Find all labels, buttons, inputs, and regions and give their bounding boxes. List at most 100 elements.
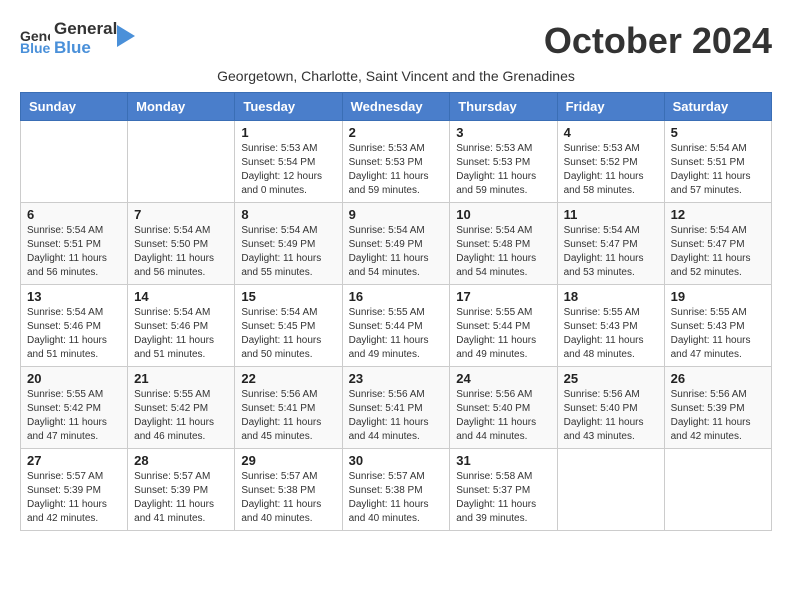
day-number: 17 [456,289,550,304]
calendar-cell: 17 Sunrise: 5:55 AM Sunset: 5:44 PM Dayli… [450,285,557,367]
calendar-cell [557,449,664,531]
calendar-cell: 1 Sunrise: 5:53 AM Sunset: 5:54 PM Daylig… [235,121,342,203]
calendar-cell: 31Sunrise: 5:58 AM Sunset: 5:37 PM Dayli… [450,449,557,531]
day-info: Sunrise: 5:56 AM Sunset: 5:41 PM Dayligh… [241,388,335,444]
day-info: Sunrise: 5:55 AM Sunset: 5:44 PM Dayligh… [349,306,444,362]
calendar-cell: 22 Sunrise: 5:56 AM Sunset: 5:41 PM Dayli… [235,367,342,449]
day-number: 21 [134,371,228,386]
day-number: 7 [134,207,228,222]
day-number: 26 [671,371,765,386]
day-info: Sunrise: 5:54 AM Sunset: 5:49 PM Dayligh… [349,224,444,280]
weekday-header-tuesday: Tuesday [235,93,342,121]
day-info: Sunrise: 5:55 AM Sunset: 5:44 PM Dayligh… [456,306,550,362]
day-number: 13 [27,289,121,304]
calendar-cell [21,121,128,203]
calendar-cell: 3 Sunrise: 5:53 AM Sunset: 5:53 PM Daylig… [450,121,557,203]
calendar-cell: 25 Sunrise: 5:56 AM Sunset: 5:40 PM Dayli… [557,367,664,449]
day-info: Sunrise: 5:54 AM Sunset: 5:46 PM Dayligh… [134,306,228,362]
day-info: Sunrise: 5:55 AM Sunset: 5:43 PM Dayligh… [564,306,658,362]
day-number: 10 [456,207,550,222]
day-number: 2 [349,125,444,140]
logo: General Blue General Blue [20,20,135,57]
day-info: Sunrise: 5:53 AM Sunset: 5:53 PM Dayligh… [456,142,550,198]
day-number: 22 [241,371,335,386]
day-number: 23 [349,371,444,386]
day-info: Sunrise: 5:54 AM Sunset: 5:51 PM Dayligh… [27,224,121,280]
calendar-cell: 10Sunrise: 5:54 AM Sunset: 5:48 PM Dayli… [450,203,557,285]
day-info: Sunrise: 5:56 AM Sunset: 5:41 PM Dayligh… [349,388,444,444]
logo-blue: Blue [54,39,117,58]
header: General Blue General Blue October 2024 [20,20,772,62]
calendar-cell: 4 Sunrise: 5:53 AM Sunset: 5:52 PM Daylig… [557,121,664,203]
day-info: Sunrise: 5:54 AM Sunset: 5:51 PM Dayligh… [671,142,765,198]
day-info: Sunrise: 5:57 AM Sunset: 5:39 PM Dayligh… [134,470,228,526]
calendar-cell: 12 Sunrise: 5:54 AM Sunset: 5:47 PM Dayli… [664,203,771,285]
calendar-cell: 7 Sunrise: 5:54 AM Sunset: 5:50 PM Daylig… [128,203,235,285]
calendar-cell: 9 Sunrise: 5:54 AM Sunset: 5:49 PM Daylig… [342,203,450,285]
day-number: 6 [27,207,121,222]
day-number: 19 [671,289,765,304]
calendar-cell: 16 Sunrise: 5:55 AM Sunset: 5:44 PM Dayli… [342,285,450,367]
day-info: Sunrise: 5:54 AM Sunset: 5:49 PM Dayligh… [241,224,335,280]
calendar-table: SundayMondayTuesdayWednesdayThursdayFrid… [20,92,772,531]
day-info: Sunrise: 5:53 AM Sunset: 5:53 PM Dayligh… [349,142,444,198]
calendar-cell: 20 Sunrise: 5:55 AM Sunset: 5:42 PM Dayli… [21,367,128,449]
calendar-cell: 13 Sunrise: 5:54 AM Sunset: 5:46 PM Dayli… [21,285,128,367]
day-number: 29 [241,453,335,468]
day-number: 1 [241,125,335,140]
logo-icon: General Blue [20,25,50,53]
day-number: 16 [349,289,444,304]
calendar-cell: 5 Sunrise: 5:54 AM Sunset: 5:51 PM Daylig… [664,121,771,203]
day-number: 9 [349,207,444,222]
day-info: Sunrise: 5:54 AM Sunset: 5:45 PM Dayligh… [241,306,335,362]
day-number: 30 [349,453,444,468]
calendar-cell [128,121,235,203]
logo-arrow-icon [117,25,135,47]
month-title: October 2024 [544,20,772,62]
day-number: 31 [456,453,550,468]
calendar-cell: 2 Sunrise: 5:53 AM Sunset: 5:53 PM Daylig… [342,121,450,203]
day-info: Sunrise: 5:54 AM Sunset: 5:50 PM Dayligh… [134,224,228,280]
weekday-header-monday: Monday [128,93,235,121]
day-info: Sunrise: 5:53 AM Sunset: 5:54 PM Dayligh… [241,142,335,198]
calendar-cell: 18 Sunrise: 5:55 AM Sunset: 5:43 PM Dayli… [557,285,664,367]
day-info: Sunrise: 5:56 AM Sunset: 5:40 PM Dayligh… [564,388,658,444]
calendar-cell: 14 Sunrise: 5:54 AM Sunset: 5:46 PM Dayli… [128,285,235,367]
calendar-cell: 21 Sunrise: 5:55 AM Sunset: 5:42 PM Dayli… [128,367,235,449]
day-number: 27 [27,453,121,468]
day-number: 25 [564,371,658,386]
calendar-cell [664,449,771,531]
weekday-header-thursday: Thursday [450,93,557,121]
day-number: 3 [456,125,550,140]
day-number: 4 [564,125,658,140]
day-number: 14 [134,289,228,304]
weekday-header-saturday: Saturday [664,93,771,121]
day-info: Sunrise: 5:57 AM Sunset: 5:39 PM Dayligh… [27,470,121,526]
calendar-cell: 15 Sunrise: 5:54 AM Sunset: 5:45 PM Dayli… [235,285,342,367]
day-info: Sunrise: 5:54 AM Sunset: 5:47 PM Dayligh… [564,224,658,280]
day-info: Sunrise: 5:55 AM Sunset: 5:42 PM Dayligh… [134,388,228,444]
day-info: Sunrise: 5:55 AM Sunset: 5:42 PM Dayligh… [27,388,121,444]
day-info: Sunrise: 5:57 AM Sunset: 5:38 PM Dayligh… [349,470,444,526]
day-number: 28 [134,453,228,468]
day-info: Sunrise: 5:53 AM Sunset: 5:52 PM Dayligh… [564,142,658,198]
day-number: 11 [564,207,658,222]
day-number: 24 [456,371,550,386]
subtitle: Georgetown, Charlotte, Saint Vincent and… [20,68,772,84]
day-number: 15 [241,289,335,304]
calendar-cell: 8 Sunrise: 5:54 AM Sunset: 5:49 PM Daylig… [235,203,342,285]
day-number: 18 [564,289,658,304]
day-info: Sunrise: 5:55 AM Sunset: 5:43 PM Dayligh… [671,306,765,362]
day-number: 5 [671,125,765,140]
calendar-cell: 24Sunrise: 5:56 AM Sunset: 5:40 PM Dayli… [450,367,557,449]
calendar-cell: 29Sunrise: 5:57 AM Sunset: 5:38 PM Dayli… [235,449,342,531]
day-info: Sunrise: 5:54 AM Sunset: 5:46 PM Dayligh… [27,306,121,362]
svg-text:Blue: Blue [20,40,50,53]
day-number: 8 [241,207,335,222]
weekday-header-wednesday: Wednesday [342,93,450,121]
calendar-cell: 26Sunrise: 5:56 AM Sunset: 5:39 PM Dayli… [664,367,771,449]
logo-general: General [54,20,117,39]
day-number: 20 [27,371,121,386]
day-number: 12 [671,207,765,222]
day-info: Sunrise: 5:54 AM Sunset: 5:47 PM Dayligh… [671,224,765,280]
